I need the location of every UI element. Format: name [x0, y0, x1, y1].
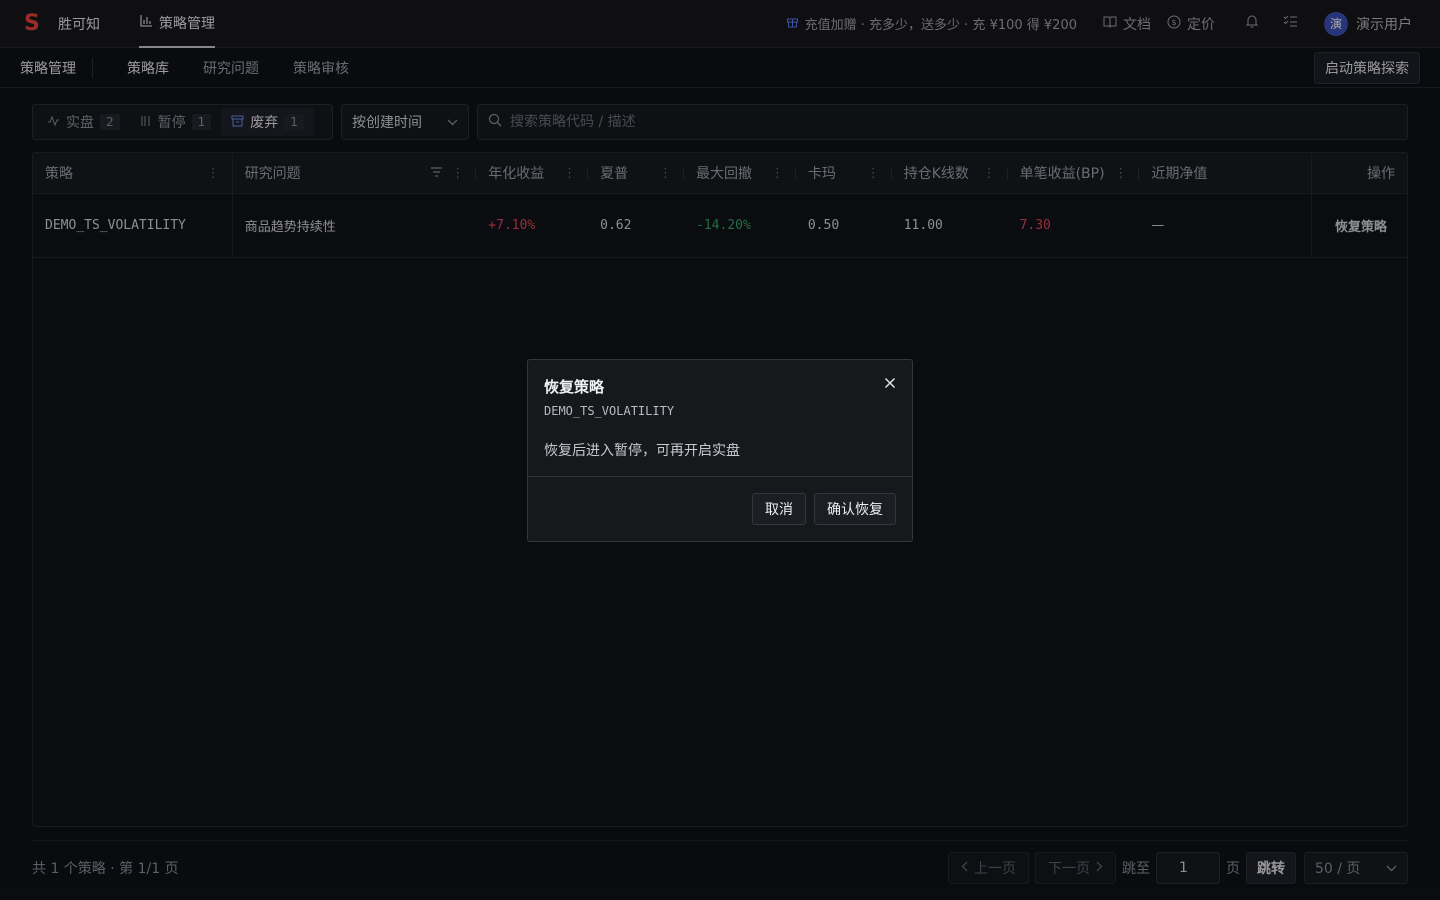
dialog-description: 恢复后进入暂停，可再开启实盘 [544, 443, 740, 459]
dialog-divider [528, 476, 912, 477]
dialog-actions: 取消 确认恢复 [752, 493, 896, 525]
close-icon[interactable] [884, 374, 896, 393]
cancel-button[interactable]: 取消 [752, 493, 806, 525]
restore-strategy-dialog: 恢复策略 DEMO_TS_VOLATILITY 恢复后进入暂停，可再开启实盘 取… [527, 359, 913, 542]
dialog-strategy-code: DEMO_TS_VOLATILITY [544, 404, 675, 418]
confirm-restore-button[interactable]: 确认恢复 [814, 493, 896, 525]
dialog-title: 恢复策略 [544, 378, 605, 396]
